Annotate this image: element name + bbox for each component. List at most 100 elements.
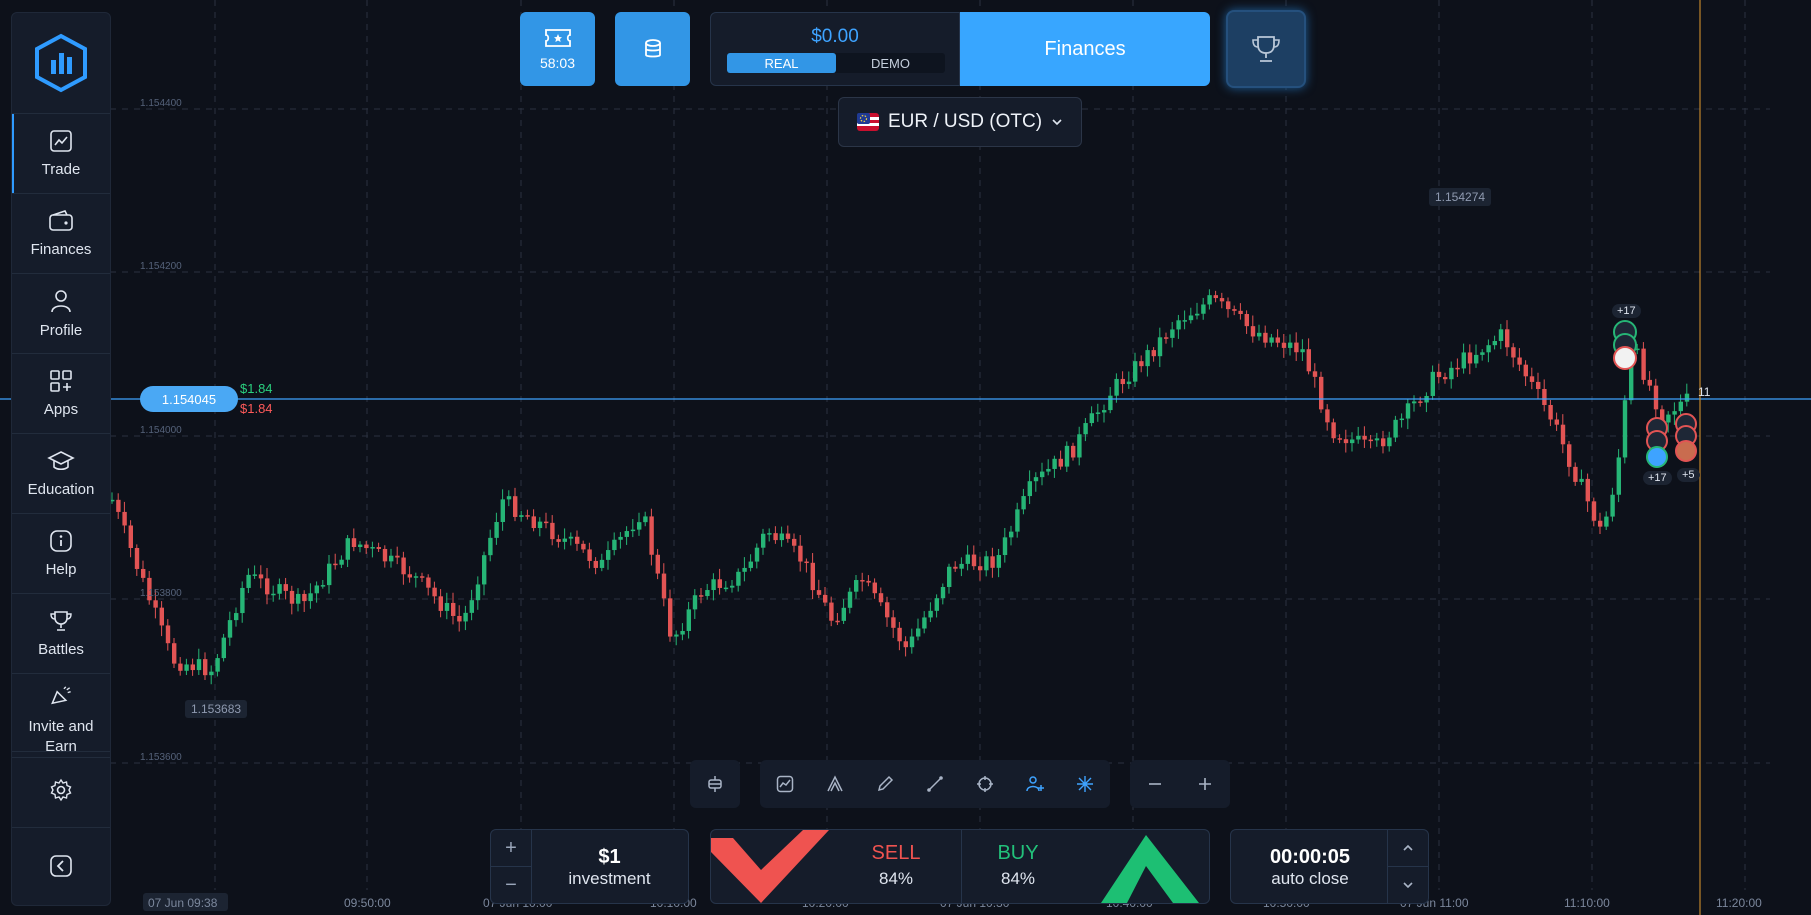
- candle: [1009, 531, 1014, 538]
- account-real-tab[interactable]: REAL: [727, 53, 836, 73]
- candle: [1300, 349, 1305, 353]
- time-tick: 07 Jun 09:38: [148, 896, 218, 910]
- indicators-button[interactable]: [770, 769, 800, 799]
- candle: [1591, 501, 1597, 521]
- sidebar-item-profile[interactable]: Profile: [12, 274, 110, 354]
- candle: [265, 578, 270, 595]
- candle: [159, 607, 164, 626]
- zoom-in-button[interactable]: [1190, 769, 1220, 799]
- candle: [1492, 341, 1497, 346]
- finances-button[interactable]: Finances: [960, 12, 1210, 86]
- candle: [1585, 478, 1590, 502]
- decrease-investment-button[interactable]: −: [491, 867, 531, 903]
- sparkle-icon: [1077, 776, 1093, 792]
- trade-buttons: SELL 84% BUY 84%: [710, 829, 1210, 904]
- drawing-tools: [760, 760, 1110, 808]
- candle: [1529, 376, 1535, 382]
- candle: [1257, 332, 1262, 337]
- candle: [1157, 337, 1163, 357]
- candle: [1269, 337, 1274, 343]
- candle: [841, 607, 846, 621]
- trophy-button[interactable]: [1226, 10, 1306, 88]
- sidebar-item-help[interactable]: Help: [12, 514, 110, 594]
- candle: [1374, 438, 1380, 441]
- asset-selector[interactable]: EUR / USD (OTC): [838, 97, 1082, 147]
- candle: [246, 574, 251, 588]
- candle: [1281, 342, 1287, 348]
- chevron-left-icon: [50, 855, 72, 877]
- zoom-out-button[interactable]: [1140, 769, 1170, 799]
- candle: [215, 658, 220, 672]
- line-tool-button[interactable]: [920, 769, 950, 799]
- candle: [451, 602, 456, 616]
- candle: [661, 573, 667, 599]
- candle: [612, 539, 617, 551]
- candle: [618, 536, 623, 540]
- sidebar-item-education[interactable]: Education: [12, 434, 110, 514]
- candle: [358, 544, 363, 548]
- candle: [296, 593, 301, 604]
- candle: [1040, 471, 1045, 478]
- candle: [1089, 413, 1094, 424]
- candle: [488, 537, 493, 556]
- candle: [320, 585, 326, 587]
- signals-button[interactable]: [1070, 769, 1100, 799]
- candle: [234, 613, 239, 621]
- candle: [395, 555, 400, 558]
- chart-type-button[interactable]: [700, 769, 730, 799]
- candle: [1058, 458, 1063, 467]
- sidebar-item-invite[interactable]: Invite and Earn: [12, 674, 110, 758]
- candle: [1319, 376, 1324, 410]
- crosshair-tool-button[interactable]: [970, 769, 1000, 799]
- candle: [1108, 395, 1113, 411]
- candle: [227, 620, 233, 638]
- increase-investment-button[interactable]: +: [491, 830, 531, 867]
- candle: [1387, 437, 1392, 447]
- price-tick: 1.154400: [140, 98, 182, 109]
- zoom-controls: [1130, 760, 1230, 808]
- app-logo[interactable]: [12, 13, 110, 114]
- collapse-sidebar-button[interactable]: [12, 827, 110, 904]
- candle: [779, 533, 784, 541]
- candle: [128, 525, 133, 548]
- candle: [482, 555, 487, 585]
- sidebar-item-trade[interactable]: Trade: [12, 114, 110, 194]
- pencil-icon: [877, 775, 894, 792]
- candle: [165, 625, 171, 644]
- tournament-ticket-button[interactable]: 58:03: [520, 12, 595, 86]
- candle: [1331, 422, 1336, 439]
- account-balance[interactable]: $0.00 REAL DEMO: [710, 12, 960, 86]
- increase-time-button[interactable]: [1388, 830, 1428, 867]
- candle: [1573, 466, 1578, 482]
- sell-button[interactable]: SELL 84%: [711, 830, 962, 903]
- candle: [940, 587, 946, 599]
- candle: [258, 574, 264, 579]
- candle: [122, 511, 127, 526]
- candle: [1244, 314, 1249, 327]
- deposit-coins-button[interactable]: [615, 12, 690, 86]
- candle: [748, 561, 753, 568]
- sidebar-item-finances[interactable]: Finances: [12, 194, 110, 274]
- indicator-icon: [776, 775, 794, 793]
- account-demo-tab[interactable]: DEMO: [836, 53, 945, 73]
- social-trading-button[interactable]: [1020, 769, 1050, 799]
- candle: [203, 659, 208, 676]
- pencil-tool-button[interactable]: [870, 769, 900, 799]
- sidebar-item-apps[interactable]: Apps: [12, 354, 110, 434]
- candle: [1486, 345, 1491, 353]
- investment-input[interactable]: $1 investment: [531, 846, 688, 889]
- chart-line-icon: [50, 130, 72, 152]
- settings-button[interactable]: [12, 751, 110, 828]
- candle: [990, 556, 995, 568]
- account-type-switch: REAL DEMO: [727, 53, 945, 73]
- sidebar-item-battles[interactable]: Battles: [12, 594, 110, 674]
- pattern-tool-button[interactable]: [820, 769, 850, 799]
- sidebar-item-label: Apps: [43, 401, 79, 418]
- expiry-time-input[interactable]: 00:00:05 auto close: [1231, 846, 1389, 889]
- candle: [1350, 439, 1355, 444]
- decrease-time-button[interactable]: [1388, 867, 1428, 903]
- candle: [1381, 438, 1386, 447]
- investment-control: + − $1 investment: [490, 829, 689, 904]
- candle: [314, 585, 319, 594]
- buy-button[interactable]: BUY 84%: [961, 830, 1209, 903]
